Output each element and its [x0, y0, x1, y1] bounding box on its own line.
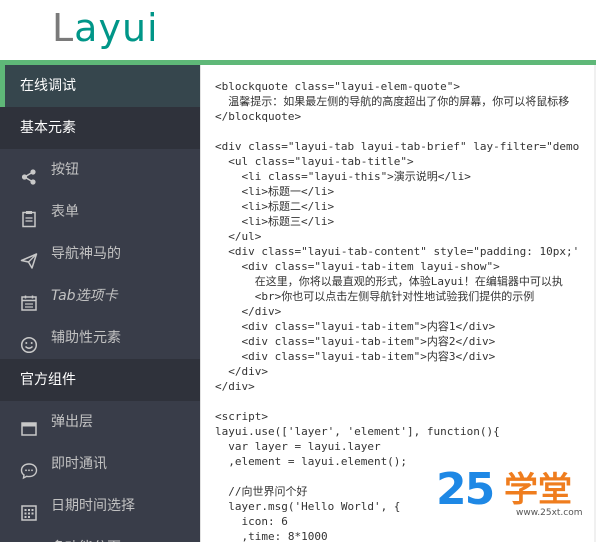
sidebar-item-navigation[interactable]: 导航神马的 [0, 233, 200, 275]
code-line: <div class="layui-tab layui-tab-brief" l… [215, 140, 580, 153]
watermark-text: 学堂 [504, 470, 572, 510]
sidebar-section-official-components: 官方组件 [0, 359, 200, 401]
watermark-url: www.25xt.com [516, 508, 583, 518]
code-line: ,element = layui.element(); [215, 455, 408, 468]
code-line: //向世界问个好 [215, 485, 308, 498]
code-line: </div> [215, 380, 255, 393]
sidebar-item-label: 在线调试 [20, 78, 76, 94]
code-line: 在这里，你将以最直观的形式，体验Layui！在编辑器中可以执 [215, 275, 563, 288]
sidebar-section-label: 官方组件 [20, 372, 76, 388]
code-line: <div class="layui-tab-item">内容3</div> [215, 350, 496, 363]
sidebar-item-online-debug[interactable]: 在线调试 [0, 65, 200, 107]
code-line: </blockquote> [215, 110, 302, 123]
code-line: <li>标题二</li> [215, 200, 335, 213]
sidebar-item-label: 日期时间选择 [51, 498, 135, 514]
sidebar-item-label: 导航神马的 [51, 246, 121, 262]
code-line: <div class="layui-tab-item">内容2</div> [215, 335, 496, 348]
code-line: <div class="layui-tab-content" style="pa… [215, 245, 580, 258]
code-line: <div class="layui-tab-item layui-show"> [215, 260, 500, 273]
share-icon [20, 161, 38, 185]
sidebar-item-label: 弹出层 [51, 414, 93, 430]
code-line: <li>标题一</li> [215, 185, 335, 198]
sidebar-item-helper[interactable]: 辅助性元素 [0, 317, 200, 359]
sidebar-item-label: Tab选项卡 [51, 288, 118, 304]
code-line: layui.use(['layer', 'element'], function… [215, 425, 500, 438]
code-line: <br>你也可以点击左侧导航针对性地试验我们提供的示例 [215, 290, 535, 303]
chat-icon [20, 455, 38, 480]
sidebar-item-label: 即时通讯 [51, 456, 107, 472]
sidebar-item-form[interactable]: 表单 [0, 191, 200, 233]
sidebar-item-button[interactable]: 按钮 [0, 149, 200, 191]
paper-plane-icon [20, 245, 38, 269]
code-line: var layer = layui.layer [215, 440, 381, 453]
watermark-logo: 25 学堂 www.25xt.com [436, 466, 586, 522]
smile-icon [20, 329, 38, 354]
sidebar-item-layer[interactable]: 弹出层 [0, 401, 200, 443]
code-line: <blockquote class="layui-elem-quote"> [215, 80, 461, 93]
sidebar-item-label: 多功能分页 [51, 527, 121, 542]
clipboard-icon [20, 203, 38, 228]
sidebar-item-label: 辅助性元素 [51, 330, 121, 346]
code-line: ,time: 8*1000 [215, 530, 328, 542]
logo-letter: L [52, 6, 75, 50]
code-line: <ul class="layui-tab-title"> [215, 155, 414, 168]
layui-logo[interactable]: Layui [52, 6, 159, 50]
sidebar-item-pagination[interactable]: 多功能分页 [0, 527, 200, 542]
sidebar-item-label: 按钮 [51, 162, 79, 178]
code-line: <div class="layui-tab-item">内容1</div> [215, 320, 496, 333]
code-line: </ul> [215, 230, 262, 243]
sidebar-section-label: 基本元素 [20, 120, 76, 136]
sidebar-item-label: 表单 [51, 204, 79, 220]
code-line: icon: 6 [215, 515, 288, 528]
code-line: </div> [215, 305, 282, 318]
grid-calendar-icon [20, 497, 38, 521]
sidebar-item-datetime[interactable]: 日期时间选择 [0, 485, 200, 527]
code-line: layer.msg('Hello World', { [215, 500, 401, 513]
logo-text: ayui [74, 6, 159, 50]
code-line: </div> [215, 365, 268, 378]
sidebar-item-tab[interactable]: Tab选项卡 [0, 275, 200, 317]
code-line: <li>标题三</li> [215, 215, 335, 228]
calendar-icon [20, 287, 38, 311]
header: Layui [0, 0, 596, 60]
watermark-number: 25 [436, 464, 495, 515]
code-line: 温馨提示：如果最左侧的导航的高度超出了你的屏幕，你可以将鼠标移 [215, 95, 570, 108]
window-icon [20, 413, 38, 436]
code-line: <script> [215, 410, 268, 423]
sidebar-item-im[interactable]: 即时通讯 [0, 443, 200, 485]
code-line: <li class="layui-this">演示说明</li> [215, 170, 471, 183]
sidebar-section-basic-elements: 基本元素 [0, 107, 200, 149]
sidebar-nav: 在线调试 基本元素 按钮 表单 导航神马的 Tab选项卡 辅助性元素 官方组件 [0, 65, 200, 542]
